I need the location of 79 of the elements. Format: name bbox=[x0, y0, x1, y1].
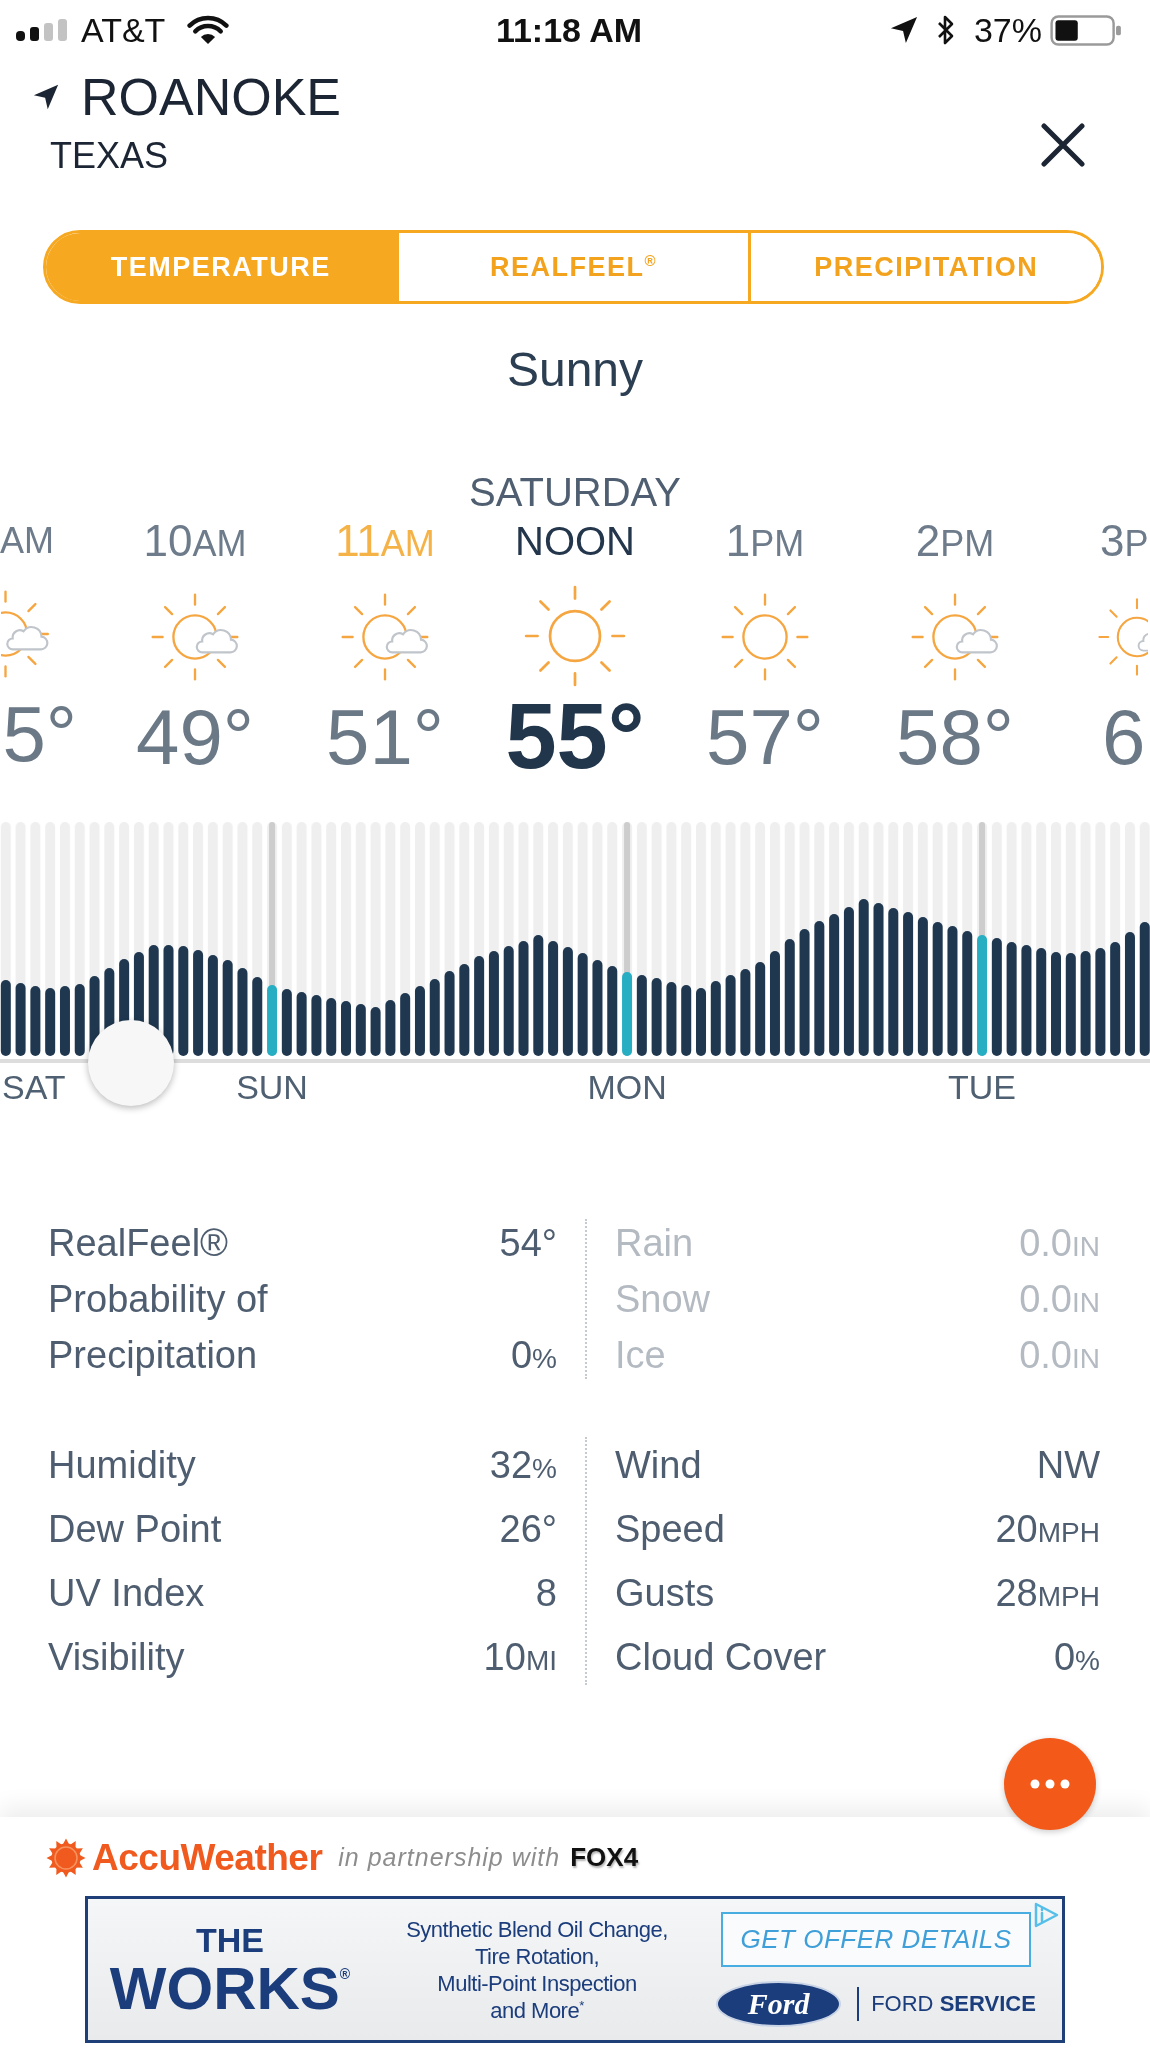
detail-label: RealFeel® bbox=[48, 1221, 229, 1266]
signal-icon bbox=[16, 19, 67, 41]
city-name: ROANOKE bbox=[81, 67, 342, 127]
partner-name: FOX4 bbox=[570, 1842, 639, 1873]
hour-temperature: 55° bbox=[505, 686, 645, 786]
detail-label: Speed bbox=[615, 1507, 725, 1552]
day-label: MON bbox=[587, 1068, 667, 1106]
detail-label: Probability of Precipitation bbox=[48, 1277, 269, 1378]
sun-icon bbox=[720, 592, 810, 682]
ad-kicker: THE bbox=[196, 1920, 264, 1959]
detail-value: 0.0IN bbox=[1019, 1221, 1100, 1266]
detail-value: 28MPH bbox=[995, 1571, 1100, 1616]
detail-label: Dew Point bbox=[48, 1507, 222, 1552]
offer-button[interactable]: GET OFFER DETAILS bbox=[721, 1912, 1031, 1967]
tab[interactable]: PRECIPITATION bbox=[748, 233, 1101, 301]
service-text: FORD SERVICE bbox=[871, 1991, 1036, 2017]
day-name: SATURDAY bbox=[469, 469, 681, 515]
sun-logo-icon bbox=[46, 1837, 86, 1878]
close-button[interactable] bbox=[1041, 123, 1085, 167]
hour-temperature: 58° bbox=[896, 692, 1014, 783]
hour-temperature: 5° bbox=[2, 689, 77, 780]
hour-temperature: 57° bbox=[706, 692, 824, 783]
partnership-text: in partnership with bbox=[338, 1843, 561, 1872]
detail-label: UV Index bbox=[48, 1571, 205, 1616]
scrubber-handle[interactable] bbox=[88, 1020, 174, 1106]
detail-value: 0% bbox=[1053, 1635, 1100, 1680]
region-name: TEXAS bbox=[50, 134, 169, 178]
hour-label: 3P bbox=[1100, 515, 1149, 567]
hour-temperature: 51° bbox=[326, 692, 444, 783]
detail-value: 0.0IN bbox=[1019, 1333, 1100, 1378]
hour-label: 1PM bbox=[725, 515, 805, 567]
detail-label: Rain bbox=[615, 1221, 694, 1266]
detail-value: 54° bbox=[499, 1221, 557, 1266]
detail-value: 32% bbox=[489, 1443, 557, 1488]
sun-cloud-icon bbox=[910, 592, 1000, 682]
detail-value: NW bbox=[1036, 1443, 1100, 1488]
hour-temperature: 6 bbox=[1102, 692, 1146, 783]
hour-label: 11AM bbox=[335, 515, 435, 567]
brand-name: AccuWeather bbox=[92, 1836, 323, 1879]
sun-cloud-icon bbox=[150, 592, 240, 682]
day-label: TUE bbox=[948, 1068, 1017, 1106]
detail-label: Gusts bbox=[615, 1571, 715, 1616]
hour-label: 2PM bbox=[915, 515, 995, 567]
close-icon bbox=[1041, 123, 1085, 167]
detail-label: Cloud Cover bbox=[615, 1635, 827, 1680]
more-button[interactable] bbox=[1004, 1738, 1096, 1830]
sun-icon bbox=[523, 584, 627, 688]
battery-percent: 37% bbox=[973, 10, 1042, 50]
battery-icon bbox=[1050, 14, 1122, 46]
detail-label: Visibility bbox=[48, 1635, 185, 1680]
sun-cloud-icon bbox=[340, 592, 430, 682]
detail-value: 20MPH bbox=[995, 1507, 1100, 1552]
detail-label: Ice bbox=[615, 1333, 666, 1378]
ad-headline: WORKS$^{®}$ bbox=[109, 1958, 351, 2019]
ad-offer-text: Synthetic Blend Oil Change, Tire Rotation, Multi-Point Inspection and More$^{*}$ bbox=[405, 1915, 669, 2024]
location-arrow-icon bbox=[33, 84, 59, 110]
detail-label: Wind bbox=[615, 1443, 702, 1488]
ellipsis-icon bbox=[1030, 1779, 1070, 1789]
tab[interactable]: TEMPERATURE bbox=[46, 233, 396, 301]
hour-label: NOON bbox=[515, 518, 635, 565]
hour-label: AM bbox=[0, 519, 54, 563]
carrier-name: AT&T bbox=[81, 10, 166, 50]
wifi-icon bbox=[187, 15, 230, 45]
hour-temperature: 49° bbox=[136, 692, 254, 783]
hour-label: 10AM bbox=[143, 515, 247, 567]
condition-label: Sunny bbox=[506, 342, 644, 398]
detail-value: 26° bbox=[499, 1507, 557, 1552]
day-label: SUN bbox=[236, 1068, 308, 1106]
location-arrow-icon bbox=[889, 16, 918, 44]
clock-time: 11:18 AM bbox=[495, 10, 643, 50]
detail-value: 0.0IN bbox=[1019, 1277, 1100, 1322]
detail-value: 8 bbox=[535, 1571, 557, 1616]
detail-label: Humidity bbox=[48, 1443, 196, 1488]
day-label: SAT bbox=[2, 1068, 66, 1106]
bluetooth-icon bbox=[935, 14, 956, 46]
brand-oval: Ford bbox=[716, 1981, 842, 2027]
detail-label: Snow bbox=[615, 1277, 711, 1322]
detail-value: 10MI bbox=[483, 1635, 557, 1680]
detail-value: 0% bbox=[510, 1333, 557, 1378]
